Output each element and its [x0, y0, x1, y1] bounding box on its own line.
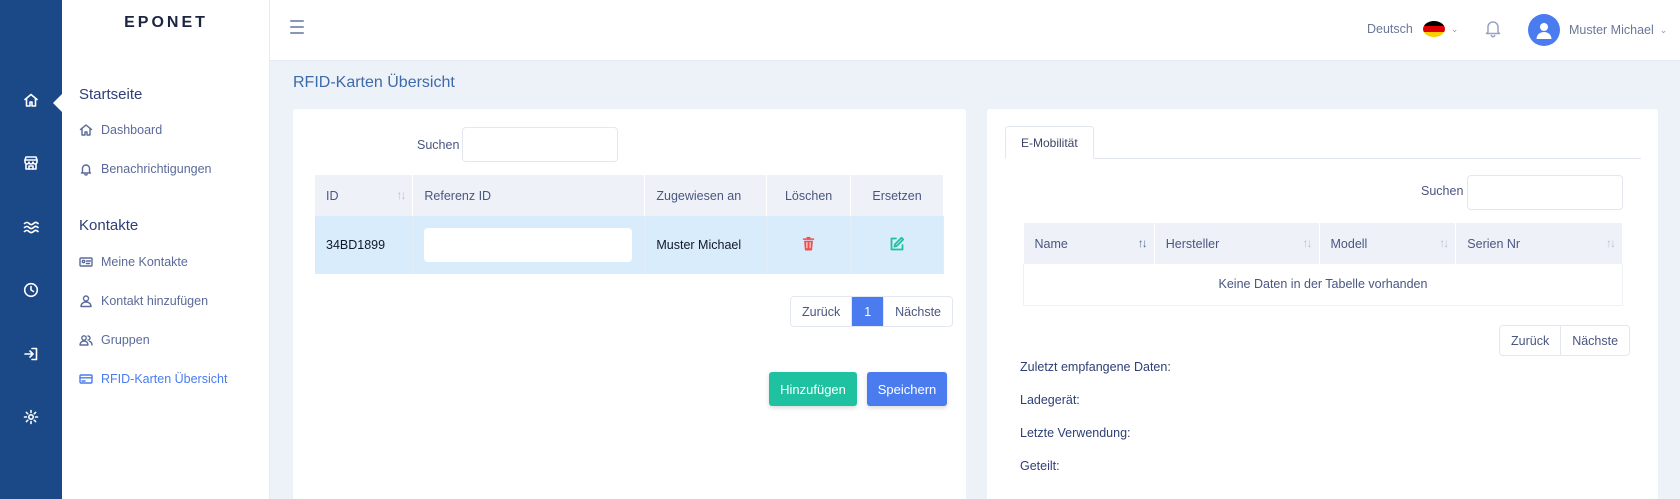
- german-flag-icon: [1422, 21, 1445, 37]
- column-header-serien-nr[interactable]: Serien Nr ↑↓: [1455, 223, 1623, 264]
- trash-icon[interactable]: [801, 236, 816, 254]
- pagination-page-button[interactable]: 1: [852, 297, 885, 326]
- sort-icon: ↑↓: [1606, 236, 1616, 250]
- table-row: 34BD1899 Muster Michael: [315, 216, 944, 274]
- pagination-prev-button[interactable]: Zurück: [1500, 326, 1562, 355]
- referenz-id-input[interactable]: [424, 228, 633, 262]
- avatar: [1528, 14, 1560, 46]
- tab-bar: E-Mobilität: [1005, 126, 1641, 159]
- sidebar-item-dashboard[interactable]: Dashboard: [79, 120, 162, 140]
- info-last-received: Zuletzt empfangene Daten:: [1020, 360, 1171, 374]
- login-icon[interactable]: [0, 334, 62, 374]
- rfid-cards-panel: Suchen ID ↑↓ Referenz ID Zugewiesen an Lö…: [293, 109, 966, 499]
- table-header-row: Name ↑↓ Hersteller ↑↓ Modell ↑↓ Serien Nr ↑↓: [1023, 223, 1623, 264]
- sidebar-group-title: Kontakte: [79, 217, 139, 234]
- cell-id: 34BD1899: [315, 216, 414, 274]
- sidebar-item-groups[interactable]: Gruppen: [79, 330, 150, 350]
- language-label: Deutsch: [1367, 22, 1413, 36]
- emobility-table: Name ↑↓ Hersteller ↑↓ Modell ↑↓ Serien Nr ↑↓…: [1023, 223, 1623, 306]
- pagination-next-button[interactable]: Nächste: [884, 297, 953, 326]
- clock-icon[interactable]: [0, 270, 62, 310]
- add-button[interactable]: Hinzufügen: [769, 372, 857, 406]
- sidebar-item-label: Benachrichtigungen: [101, 162, 212, 176]
- cell-delete: [766, 216, 852, 274]
- column-header-modell[interactable]: Modell ↑↓: [1319, 223, 1457, 264]
- sidebar-item-label: Gruppen: [101, 333, 150, 347]
- table-header-row: ID ↑↓ Referenz ID Zugewiesen an Löschen E…: [315, 175, 944, 216]
- column-header-hersteller[interactable]: Hersteller ↑↓: [1154, 223, 1320, 264]
- empty-table-message: Keine Daten in der Tabelle vorhanden: [1023, 264, 1623, 306]
- user-name: Muster Michael: [1569, 23, 1654, 37]
- info-shared: Geteilt:: [1020, 459, 1060, 473]
- id-card-icon: [79, 257, 93, 267]
- pagination: Zurück 1 Nächste: [790, 296, 954, 327]
- app-logo: EPONET: [124, 14, 208, 31]
- sidebar-item-label: Meine Kontakte: [101, 255, 188, 269]
- sort-icon: ↑↓: [1439, 236, 1449, 250]
- waves-icon[interactable]: [0, 207, 62, 247]
- language-selector[interactable]: Deutsch ⌄: [1367, 21, 1458, 37]
- pagination-prev-button[interactable]: Zurück: [791, 297, 853, 326]
- notification-bell-icon[interactable]: [1483, 18, 1503, 43]
- emobility-panel: E-Mobilität Suchen Name ↑↓ Hersteller ↑↓ M…: [987, 109, 1658, 499]
- cell-replace: [850, 216, 944, 274]
- page-title: RFID-Karten Übersicht: [293, 74, 455, 91]
- column-header-id[interactable]: ID ↑↓: [315, 175, 414, 216]
- search-input[interactable]: [1467, 175, 1623, 210]
- pagination-next-button[interactable]: Nächste: [1561, 326, 1630, 355]
- rfid-table: ID ↑↓ Referenz ID Zugewiesen an Löschen E…: [315, 175, 944, 274]
- sidebar-item-label: RFID-Karten Übersicht: [101, 372, 228, 386]
- home-icon: [79, 124, 93, 136]
- tab-e-mobilitaet[interactable]: E-Mobilität: [1005, 126, 1094, 159]
- user-avatar-icon: [1536, 23, 1552, 39]
- sort-icon: ↑↓: [396, 188, 406, 202]
- cell-referenz-id: [412, 216, 646, 274]
- sidebar-item-label: Kontakt hinzufügen: [101, 294, 209, 308]
- store-icon[interactable]: [0, 143, 62, 183]
- sidebar-item-notifications[interactable]: Benachrichtigungen: [79, 159, 212, 179]
- user-icon: [80, 295, 92, 308]
- icon-rail: [0, 0, 62, 499]
- table-row: Keine Daten in der Tabelle vorhanden: [1023, 264, 1623, 306]
- chevron-down-icon: ⌄: [1450, 23, 1459, 34]
- column-header-replace: Ersetzen: [850, 175, 944, 216]
- search-label: Suchen: [1421, 184, 1464, 198]
- info-last-used: Letzte Verwendung:: [1020, 426, 1131, 440]
- users-icon: [79, 335, 93, 346]
- sidebar-item-contacts[interactable]: Meine Kontakte: [79, 252, 188, 272]
- user-menu[interactable]: Muster Michael ⌄: [1528, 14, 1667, 46]
- chevron-down-icon: ⌄: [1659, 24, 1668, 35]
- search-input[interactable]: [462, 127, 618, 162]
- active-indicator: [53, 94, 62, 112]
- search-label: Suchen: [417, 138, 460, 152]
- info-charger: Ladegerät:: [1020, 393, 1080, 407]
- sidebar-item-rfid-cards[interactable]: RFID-Karten Übersicht: [79, 369, 227, 389]
- top-bar: Deutsch ⌄ Muster Michael ⌄: [270, 0, 1680, 61]
- edit-icon[interactable]: [889, 236, 905, 255]
- column-header-name[interactable]: Name ↑↓: [1023, 223, 1155, 264]
- sidebar-group-title: Startseite: [79, 86, 143, 103]
- sort-icon: ↑↓: [1302, 236, 1313, 250]
- column-header-referenz-id: Referenz ID: [412, 175, 646, 216]
- sidebar-item-add-contact[interactable]: Kontakt hinzufügen: [79, 291, 208, 311]
- column-header-assigned: Zugewiesen an: [644, 175, 768, 216]
- cell-assigned-to: Muster Michael: [644, 216, 768, 274]
- sort-icon: ↑↓: [1137, 236, 1148, 250]
- sidebar-item-label: Dashboard: [101, 123, 163, 137]
- column-header-delete: Löschen: [766, 175, 852, 216]
- gear-icon[interactable]: [0, 397, 62, 437]
- menu-toggle-icon[interactable]: [290, 20, 304, 34]
- bell-icon: [80, 164, 92, 176]
- pagination: Zurück Nächste: [1499, 325, 1631, 356]
- card-icon: [79, 374, 93, 384]
- save-button[interactable]: Speichern: [867, 372, 947, 406]
- sidebar: Startseite Dashboard Benachrichtigungen …: [62, 0, 270, 499]
